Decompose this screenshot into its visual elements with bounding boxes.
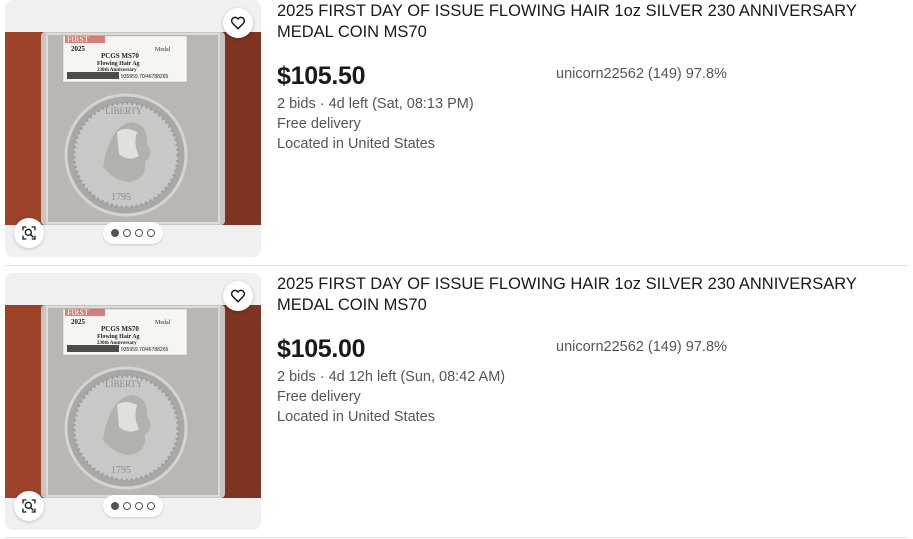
image-dot-2[interactable] — [123, 502, 131, 510]
item-price: $105.00 — [277, 335, 366, 363]
heart-icon — [230, 16, 246, 30]
coin-legend: LIBERTY — [105, 106, 143, 116]
item-price: $105.50 — [277, 62, 366, 90]
image-dot-4[interactable] — [147, 502, 155, 510]
watch-button[interactable] — [223, 8, 253, 38]
slab-label-year: 2025 — [71, 45, 86, 53]
item-title-link[interactable]: 2025 FIRST DAY OF ISSUE FLOWING HAIR 1oz… — [277, 274, 902, 316]
image-dot-4[interactable] — [147, 229, 155, 237]
item-title-link[interactable]: 2025 FIRST DAY OF ISSUE FLOWING HAIR 1oz… — [277, 1, 902, 43]
heart-icon — [230, 289, 246, 303]
item-image-carousel[interactable]: FIRST 2025 Medal PCGS MS70 Flowing Hair … — [5, 0, 261, 257]
slab-label-medal: Medal — [155, 47, 171, 53]
image-dot-1[interactable] — [111, 229, 119, 237]
slab-label-name: Flowing Hair Ag — [97, 334, 140, 340]
image-dot-2[interactable] — [123, 229, 131, 237]
slab-label-cert: 935959.70/46788265 — [121, 347, 168, 353]
coin-year: 1795 — [111, 465, 131, 476]
slab-label-first: FIRST — [67, 35, 89, 44]
watch-button[interactable] — [223, 281, 253, 311]
search-result-item[interactable]: FIRST 2025 Medal PCGS MS70 Flowing Hair … — [0, 0, 913, 262]
slab-label-name: Flowing Hair Ag — [97, 61, 140, 67]
delivery-info: Free delivery — [277, 116, 361, 132]
item-location: Located in United States — [277, 136, 435, 152]
image-pagination — [103, 495, 163, 517]
slab-label-cert: 935959.70/46788265 — [121, 74, 168, 80]
image-pagination — [103, 222, 163, 244]
slab-label-grade: PCGS MS70 — [101, 325, 139, 333]
item-photo[interactable]: FIRST 2025 Medal PCGS MS70 Flowing Hair … — [5, 305, 261, 498]
image-search-icon — [22, 499, 36, 513]
item-image-carousel[interactable]: FIRST 2025 Medal PCGS MS70 Flowing Hair … — [5, 273, 261, 530]
bids-time-left: 2 bids · 4d 12h left (Sun, 08:42 AM) — [277, 369, 506, 385]
image-dot-1[interactable] — [111, 502, 119, 510]
slab-label-first: FIRST — [67, 308, 89, 317]
visual-search-button[interactable] — [14, 491, 44, 521]
visual-search-button[interactable] — [14, 218, 44, 248]
item-photo[interactable]: FIRST 2025 Medal PCGS MS70 Flowing Hair … — [5, 32, 261, 225]
seller-info: unicorn22562 (149) 97.8% — [556, 66, 727, 82]
search-result-item[interactable]: FIRST 2025 Medal PCGS MS70 Flowing Hair … — [0, 273, 913, 535]
coin-legend: LIBERTY — [105, 379, 143, 389]
item-info: 2025 FIRST DAY OF ISSUE FLOWING HAIR 1oz… — [277, 0, 907, 152]
bids-time-left: 2 bids · 4d left (Sat, 08:13 PM) — [277, 96, 474, 112]
delivery-info: Free delivery — [277, 389, 361, 405]
slab-label-grade: PCGS MS70 — [101, 52, 139, 60]
slab-label-year: 2025 — [71, 318, 86, 326]
item-info: 2025 FIRST DAY OF ISSUE FLOWING HAIR 1oz… — [277, 273, 907, 425]
item-location: Located in United States — [277, 409, 435, 425]
seller-info: unicorn22562 (149) 97.8% — [556, 339, 727, 355]
listing-divider — [5, 265, 908, 266]
coin-year: 1795 — [111, 192, 131, 203]
image-dot-3[interactable] — [135, 502, 143, 510]
listing-divider — [5, 537, 908, 538]
image-search-icon — [22, 226, 36, 240]
image-dot-3[interactable] — [135, 229, 143, 237]
slab-label-medal: Medal — [155, 320, 171, 326]
